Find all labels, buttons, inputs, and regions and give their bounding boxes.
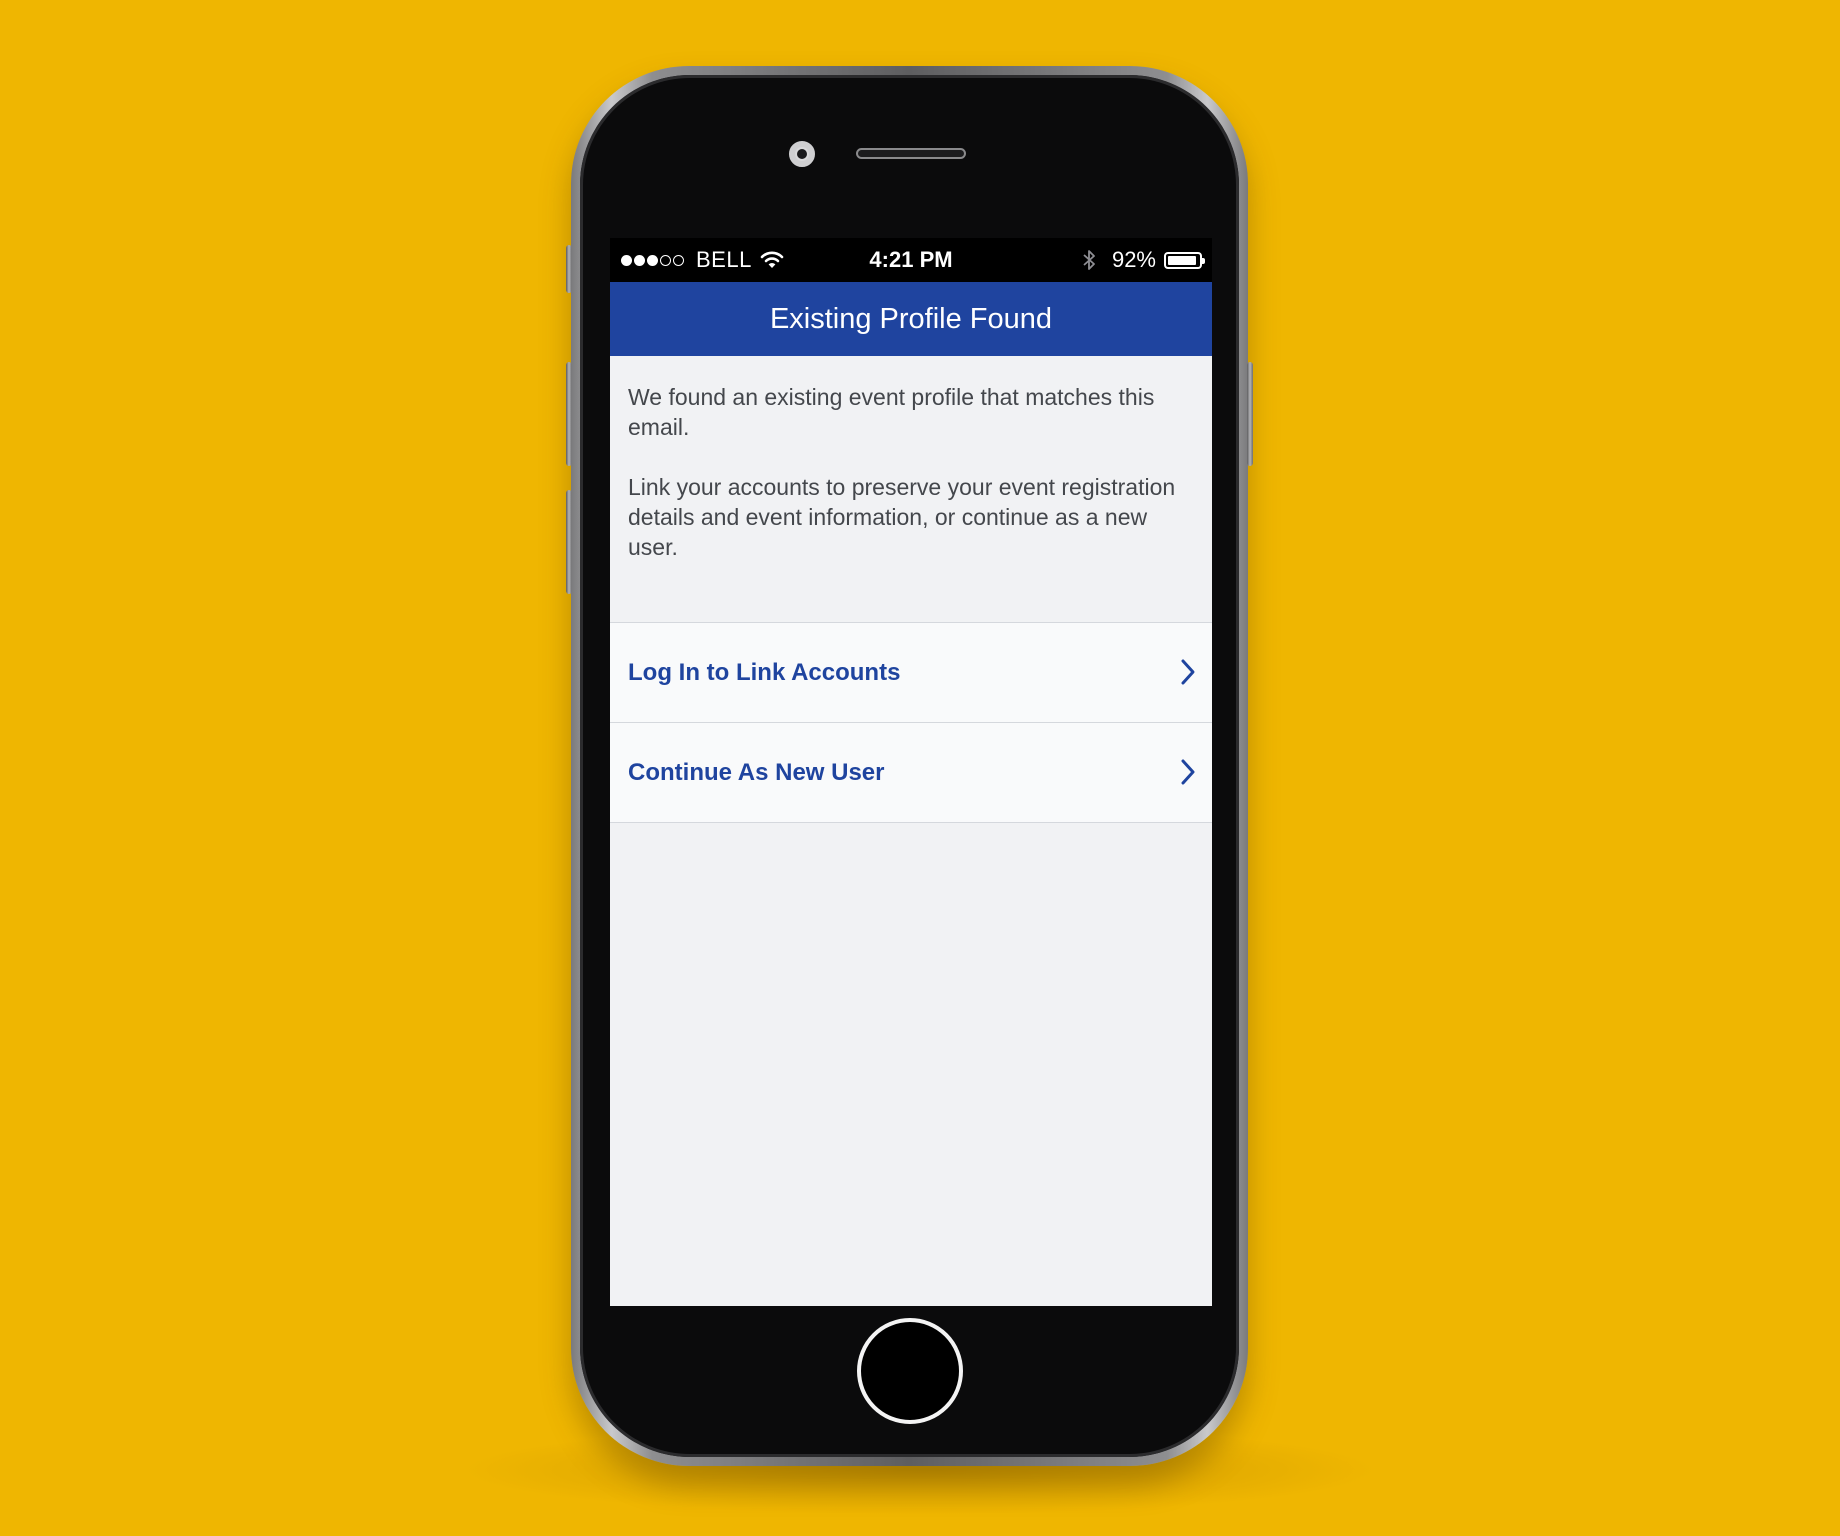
message-paragraph-2: Link your accounts to preserve your even… <box>628 474 1176 560</box>
battery-icon <box>1164 251 1205 269</box>
message-paragraph-1: We found an existing event profile that … <box>628 384 1155 440</box>
link-accounts-label: Log In to Link Accounts <box>628 658 901 686</box>
app-screen: BELL 4:21 PM 92% Existing Profile Found … <box>610 238 1212 1306</box>
power-button <box>1247 362 1253 466</box>
battery-fill <box>1168 255 1196 265</box>
page-title: Existing Profile Found <box>769 303 1053 335</box>
chevron-right-icon <box>1181 759 1195 785</box>
volume-down-button <box>566 490 572 594</box>
continue-new-user-label: Continue As New User <box>628 758 885 786</box>
link-accounts-button[interactable]: Log In to Link Accounts <box>610 623 1212 723</box>
mute-switch <box>566 245 572 293</box>
message-body: We found an existing event profile that … <box>628 382 1188 592</box>
chevron-right-icon <box>1181 659 1195 685</box>
volume-up-button <box>566 362 572 466</box>
battery-percent: 92% <box>1111 247 1156 272</box>
front-camera <box>789 141 815 167</box>
bluetooth-icon <box>1083 250 1095 270</box>
action-list: Log In to Link Accounts Continue As New … <box>610 622 1212 823</box>
earpiece-speaker <box>856 148 966 159</box>
status-bar: BELL 4:21 PM 92% <box>610 238 1212 282</box>
continue-new-user-button[interactable]: Continue As New User <box>610 723 1212 823</box>
nav-bar: Existing Profile Found <box>610 282 1212 356</box>
home-button[interactable] <box>857 1318 963 1424</box>
status-right: 92% <box>1082 238 1205 282</box>
